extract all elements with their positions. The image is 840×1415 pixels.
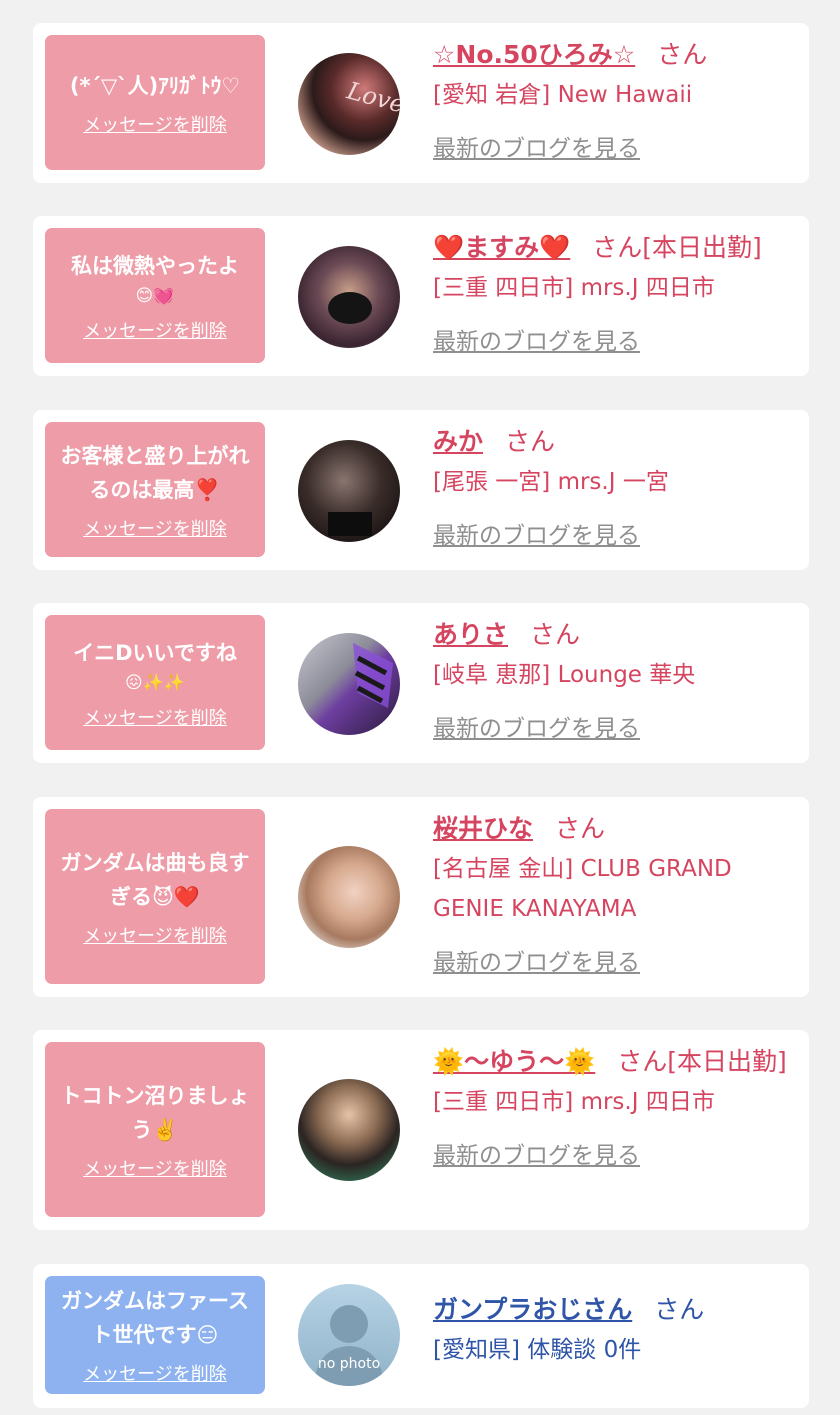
avatar[interactable] (298, 246, 400, 348)
avatar-photo-icon (328, 292, 372, 324)
cast-name-link[interactable]: ありさ (433, 620, 508, 649)
message-text: ガンダムはファースト世代です😑 (61, 1289, 249, 1347)
name-suffix: さん (654, 1295, 705, 1324)
message-bubble: トコトン沼りましょう✌️ メッセージを削除 (45, 1042, 265, 1217)
list-item: ガンダムは曲も良すぎる😈❤️ メッセージを削除 桜井ひな さん [名古屋 金山] … (33, 797, 809, 997)
message-bubble: イニDいいですね 😖✨✨ メッセージを削除 (45, 615, 265, 750)
message-text: 私は微熱やったよ (71, 253, 239, 278)
profile-info: 🌞〜ゆう〜🌞 さん[本日出勤] [三重 四日市] mrs.J 四日市 最新のブログ… (433, 1042, 795, 1176)
delete-message-link[interactable]: メッセージを削除 (83, 1360, 227, 1386)
shop-location: [三重 四日市] mrs.J 四日市 (433, 1089, 715, 1115)
avatar[interactable] (298, 440, 400, 542)
profile-info: みか さん [尾張 一宮] mrs.J 一宮 最新のブログを見る (433, 422, 795, 556)
list-item: (*´▽`人)ｱﾘｶﾞﾄｳ♡ メッセージを削除 Love ☆No.50ひろみ☆ さ… (33, 23, 809, 183)
user-name-link[interactable]: ガンプラおじさん (433, 1295, 632, 1324)
message-text: ガンダムは曲も良すぎる😈❤️ (60, 850, 250, 909)
message-text: イニDいいですね (73, 640, 237, 665)
delete-message-link[interactable]: メッセージを削除 (83, 515, 227, 541)
profile-info: ガンプラおじさん さん [愛知県] 体験談 0件 (433, 1290, 795, 1370)
message-list: (*´▽`人)ｱﾘｶﾞﾄｳ♡ メッセージを削除 Love ☆No.50ひろみ☆ さ… (0, 0, 840, 1415)
delete-message-link[interactable]: メッセージを削除 (83, 111, 227, 137)
avatar-photo-icon (353, 643, 393, 708)
name-suffix: さん[本日出勤] (617, 1047, 787, 1076)
shop-location: [愛知 岩倉] New Hawaii (433, 82, 693, 108)
profile-info: ありさ さん [岐阜 恵那] Lounge 華央 最新のブログを見る (433, 615, 795, 749)
name-suffix: さん (555, 814, 606, 843)
message-bubble: ガンダムは曲も良すぎる😈❤️ メッセージを削除 (45, 809, 265, 984)
name-suffix: さん (505, 427, 556, 456)
avatar-photo-icon: Love (343, 76, 400, 118)
cast-name-link[interactable]: ☆No.50ひろみ☆ (433, 40, 635, 69)
delete-message-link[interactable]: メッセージを削除 (83, 1155, 227, 1181)
latest-blog-link[interactable]: 最新のブログを見る (433, 709, 795, 749)
cast-name-link[interactable]: みか (433, 427, 483, 456)
list-item: トコトン沼りましょう✌️ メッセージを削除 🌞〜ゆう〜🌞 さん[本日出勤] [三重… (33, 1030, 809, 1230)
profile-info: ❤️ますみ❤️ さん[本日出勤] [三重 四日市] mrs.J 四日市 最新のブロ… (433, 228, 795, 362)
list-item: イニDいいですね 😖✨✨ メッセージを削除 ありさ さん [岐阜 恵那] Loun… (33, 603, 809, 763)
latest-blog-link[interactable]: 最新のブログを見る (433, 943, 795, 983)
avatar[interactable]: Love (298, 53, 400, 155)
no-photo-label: no photo (317, 1356, 381, 1372)
profile-info: ☆No.50ひろみ☆ さん [愛知 岩倉] New Hawaii 最新のブログを見… (433, 35, 795, 169)
latest-blog-link[interactable]: 最新のブログを見る (433, 129, 795, 169)
latest-blog-link[interactable]: 最新のブログを見る (433, 322, 795, 362)
message-bubble: (*´▽`人)ｱﾘｶﾞﾄｳ♡ メッセージを削除 (45, 35, 265, 170)
latest-blog-link[interactable]: 最新のブログを見る (433, 1136, 795, 1176)
name-suffix: さん (530, 620, 581, 649)
delete-message-link[interactable]: メッセージを削除 (83, 704, 227, 730)
avatar[interactable] (298, 846, 400, 948)
cast-name-link[interactable]: ❤️ますみ❤️ (433, 233, 570, 262)
avatar-photo-icon (328, 512, 372, 536)
avatar[interactable] (298, 633, 400, 735)
avatar[interactable]: no photo (298, 1284, 400, 1386)
message-emoji: 😖✨✨ (124, 672, 186, 693)
delete-message-link[interactable]: メッセージを削除 (83, 922, 227, 948)
list-item: ガンダムはファースト世代です😑 メッセージを削除 no photo ガンプラおじ… (33, 1264, 809, 1408)
cast-name-link[interactable]: 桜井ひな (433, 814, 533, 843)
shop-location: [尾張 一宮] mrs.J 一宮 (433, 469, 669, 495)
message-emoji: 😊💓 (135, 285, 175, 306)
message-text: お客様と盛り上がれるのは最高❣️ (60, 443, 250, 502)
message-text: トコトン沼りましょう✌️ (60, 1083, 250, 1142)
shop-location: [名古屋 金山] CLUB GRAND GENIE KANAYAMA (433, 856, 732, 922)
latest-blog-link[interactable]: 最新のブログを見る (433, 516, 795, 556)
cast-name-link[interactable]: 🌞〜ゆう〜🌞 (433, 1047, 595, 1076)
shop-location: [岐阜 恵那] Lounge 華央 (433, 662, 696, 688)
avatar[interactable] (298, 1079, 400, 1181)
delete-message-link[interactable]: メッセージを削除 (83, 317, 227, 343)
message-bubble: ガンダムはファースト世代です😑 メッセージを削除 (45, 1276, 265, 1394)
svg-text:Love: Love (343, 76, 400, 118)
profile-info: 桜井ひな さん [名古屋 金山] CLUB GRAND GENIE KANAYAM… (433, 809, 795, 983)
name-suffix: さん (657, 40, 708, 69)
message-text: (*´▽`人)ｱﾘｶﾞﾄｳ♡ (69, 73, 241, 98)
list-item: 私は微熱やったよ 😊💓 メッセージを削除 ❤️ますみ❤️ さん[本日出勤] [三重… (33, 216, 809, 376)
message-bubble: お客様と盛り上がれるのは最高❣️ メッセージを削除 (45, 422, 265, 557)
message-bubble: 私は微熱やったよ 😊💓 メッセージを削除 (45, 228, 265, 363)
shop-location: [三重 四日市] mrs.J 四日市 (433, 275, 715, 301)
list-item: お客様と盛り上がれるのは最高❣️ メッセージを削除 みか さん [尾張 一宮] m… (33, 410, 809, 570)
name-suffix: さん[本日出勤] (592, 233, 762, 262)
review-count: [愛知県] 体験談 0件 (433, 1337, 642, 1363)
